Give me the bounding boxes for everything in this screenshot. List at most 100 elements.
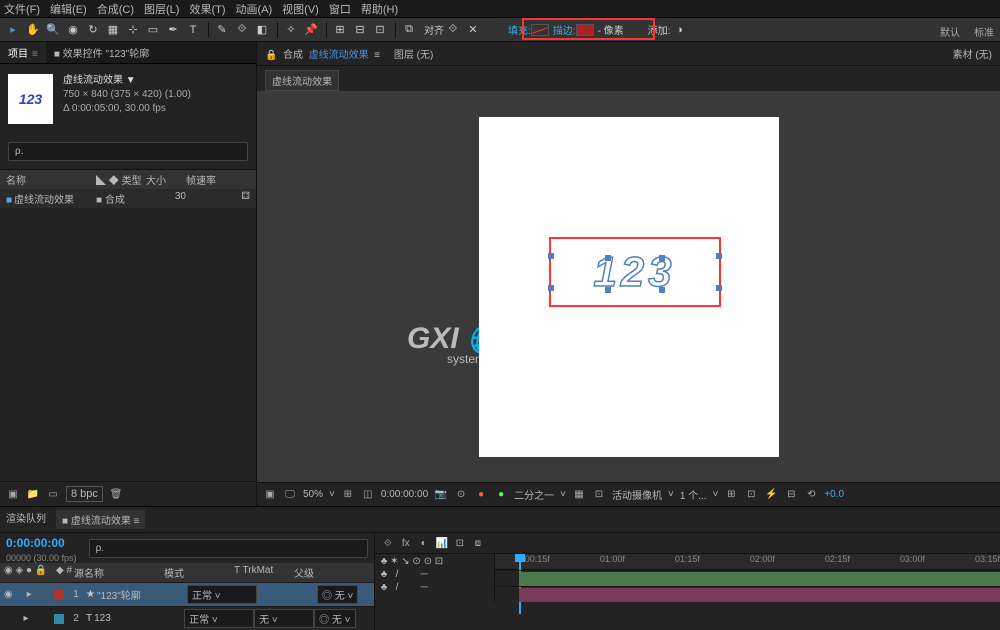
- tab-render-queue[interactable]: 渲染队列: [6, 510, 46, 529]
- menu-window[interactable]: 窗口: [329, 1, 351, 17]
- lock-icon[interactable]: 🔒: [265, 50, 277, 61]
- handle[interactable]: [548, 253, 554, 259]
- tl-fx-icon[interactable]: fx: [399, 536, 413, 550]
- axis-view[interactable]: ⊡: [371, 21, 389, 39]
- tab-effect-controls[interactable]: ■ 效果控件 "123"轮廓: [46, 42, 157, 63]
- handle[interactable]: [716, 253, 722, 259]
- col-size[interactable]: 大小: [146, 172, 186, 187]
- handle[interactable]: [605, 287, 611, 293]
- camera-dropdown[interactable]: 活动摄像机: [612, 487, 662, 502]
- viewer-timecode[interactable]: 0:00:00:00: [381, 489, 428, 500]
- track-2[interactable]: [495, 586, 1000, 602]
- tab-project[interactable]: 项目≡: [0, 42, 46, 63]
- camera-tool[interactable]: ▦: [104, 21, 122, 39]
- menu-comp[interactable]: 合成(C): [97, 1, 134, 17]
- menu-anim[interactable]: 动画(A): [236, 1, 273, 17]
- menu-layer[interactable]: 图层(L): [144, 1, 179, 17]
- comp-thumbnail[interactable]: 123: [8, 74, 53, 124]
- timeline-ruler[interactable]: 00:15f 01:00f 01:15f 02:00f 02:15f 03:00…: [495, 554, 1000, 570]
- views-dropdown[interactable]: 1 个...: [680, 487, 707, 502]
- handle[interactable]: [659, 255, 665, 261]
- mask-icon[interactable]: ◫: [361, 488, 375, 502]
- timeline-icon[interactable]: ⊟: [784, 488, 798, 502]
- axis-local[interactable]: ⊞: [331, 21, 349, 39]
- snapshot-icon[interactable]: 📷: [434, 488, 448, 502]
- tab-timeline-comp[interactable]: ■ 虚线流动效果 ≡: [56, 510, 145, 529]
- view-icon[interactable]: ⊞: [724, 488, 738, 502]
- viewer-material-tab[interactable]: 素材 (无): [953, 46, 992, 61]
- col-parent[interactable]: 父级: [294, 565, 364, 580]
- timeline-timecode[interactable]: 0:00:00:00: [0, 533, 83, 553]
- menu-effect[interactable]: 效果(T): [189, 1, 225, 17]
- col-name[interactable]: 名称: [6, 172, 96, 187]
- stroke-swatch[interactable]: [576, 24, 594, 36]
- zoom-dropdown[interactable]: 50%: [303, 489, 323, 500]
- parent-dropdown[interactable]: ◎ 无 ˅: [317, 585, 358, 604]
- col-type[interactable]: ◣ ◆ 类型: [96, 172, 146, 187]
- add-button[interactable]: ◑: [670, 21, 688, 39]
- reset-exposure-icon[interactable]: ⟲: [804, 488, 818, 502]
- rotate-tool[interactable]: ↻: [84, 21, 102, 39]
- folder-icon[interactable]: 📁: [26, 487, 40, 501]
- handle[interactable]: [548, 285, 554, 291]
- tl-draft-icon[interactable]: ⊡: [453, 536, 467, 550]
- interpret-icon[interactable]: ▣: [6, 487, 20, 501]
- workspace-standard[interactable]: 标准: [974, 24, 994, 39]
- clone-tool[interactable]: ⟐: [233, 21, 251, 39]
- workspace-default[interactable]: 默认: [940, 24, 960, 39]
- project-search[interactable]: ρ.: [8, 142, 248, 161]
- 3d-icon[interactable]: ⊡: [592, 488, 606, 502]
- track-1[interactable]: [495, 570, 1000, 586]
- col-source-name[interactable]: 源名称: [74, 565, 164, 580]
- puppet-tool[interactable]: 📌: [302, 21, 320, 39]
- type-tool[interactable]: T: [184, 21, 202, 39]
- col-mode[interactable]: 模式: [164, 565, 234, 580]
- menu-view[interactable]: 视图(V): [282, 1, 319, 17]
- bpc-toggle[interactable]: 8 bpc: [66, 486, 103, 502]
- timeline-search[interactable]: ρ.: [89, 539, 368, 558]
- region-icon[interactable]: ▣: [263, 488, 277, 502]
- snap-vertex-icon[interactable]: ✕: [464, 21, 482, 39]
- fast-icon[interactable]: ⚡: [764, 488, 778, 502]
- composition-canvas[interactable]: 123: [479, 117, 779, 457]
- orbit-tool[interactable]: ◉: [64, 21, 82, 39]
- timeline-layer-1[interactable]: ◉ ▸ 1 ★ "123"轮廓 正常 ˅ ◎ 无 ˅: [0, 582, 374, 606]
- exposure-value[interactable]: +0.0: [824, 489, 844, 500]
- viewer-subtab[interactable]: 虚线流动效果: [265, 70, 339, 91]
- project-item[interactable]: ■虚线流动效果 ■ 合成 30 ⚃: [0, 189, 256, 208]
- eraser-tool[interactable]: ◧: [253, 21, 271, 39]
- preview-icon[interactable]: ⊙: [454, 488, 468, 502]
- mode-dropdown[interactable]: 正常 ˅: [187, 585, 257, 604]
- viewer-layer-tab[interactable]: 图层 (无): [394, 50, 433, 61]
- tl-mb-icon[interactable]: ◐: [417, 536, 431, 550]
- axis-world[interactable]: ⊟: [351, 21, 369, 39]
- selection-tool[interactable]: ▸: [4, 21, 22, 39]
- viewer-comp-name[interactable]: 虚线流动效果: [309, 50, 369, 61]
- tl-shy-icon[interactable]: ⟐: [381, 536, 395, 550]
- hand-tool[interactable]: ✋: [24, 21, 42, 39]
- handle[interactable]: [659, 287, 665, 293]
- menu-help[interactable]: 帮助(H): [361, 1, 398, 17]
- canvas-area[interactable]: GXI 🌐 system.c 123: [257, 91, 1000, 482]
- monitor-icon[interactable]: 🖵: [283, 488, 297, 502]
- anchor-tool[interactable]: ⊹: [124, 21, 142, 39]
- trash-icon[interactable]: 🗑: [109, 487, 123, 501]
- channel-r-icon[interactable]: ●: [474, 488, 488, 502]
- transparency-icon[interactable]: ▦: [572, 488, 586, 502]
- snap-icon[interactable]: ⧉: [400, 21, 418, 39]
- zoom-tool[interactable]: 🔍: [44, 21, 62, 39]
- grid-icon[interactable]: ⊞: [341, 488, 355, 502]
- snap-more-icon[interactable]: ⟐: [444, 21, 462, 39]
- menu-file[interactable]: 文件(F): [4, 1, 40, 17]
- new-comp-icon[interactable]: ▭: [46, 487, 60, 501]
- brush-tool[interactable]: ✎: [213, 21, 231, 39]
- handle[interactable]: [605, 255, 611, 261]
- col-rate[interactable]: 帧速率: [186, 172, 250, 187]
- handle[interactable]: [716, 285, 722, 291]
- resolution-dropdown[interactable]: 二分之一: [514, 487, 554, 502]
- pen-tool[interactable]: ✒: [164, 21, 182, 39]
- shape-tool[interactable]: ▭: [144, 21, 162, 39]
- roto-tool[interactable]: ✧: [282, 21, 300, 39]
- selected-text-layer[interactable]: 123: [549, 237, 721, 307]
- timeline-layer-2[interactable]: ▸ 2 T 123 正常 ˅ 无 ˅ ◎ 无 ˅: [0, 606, 374, 630]
